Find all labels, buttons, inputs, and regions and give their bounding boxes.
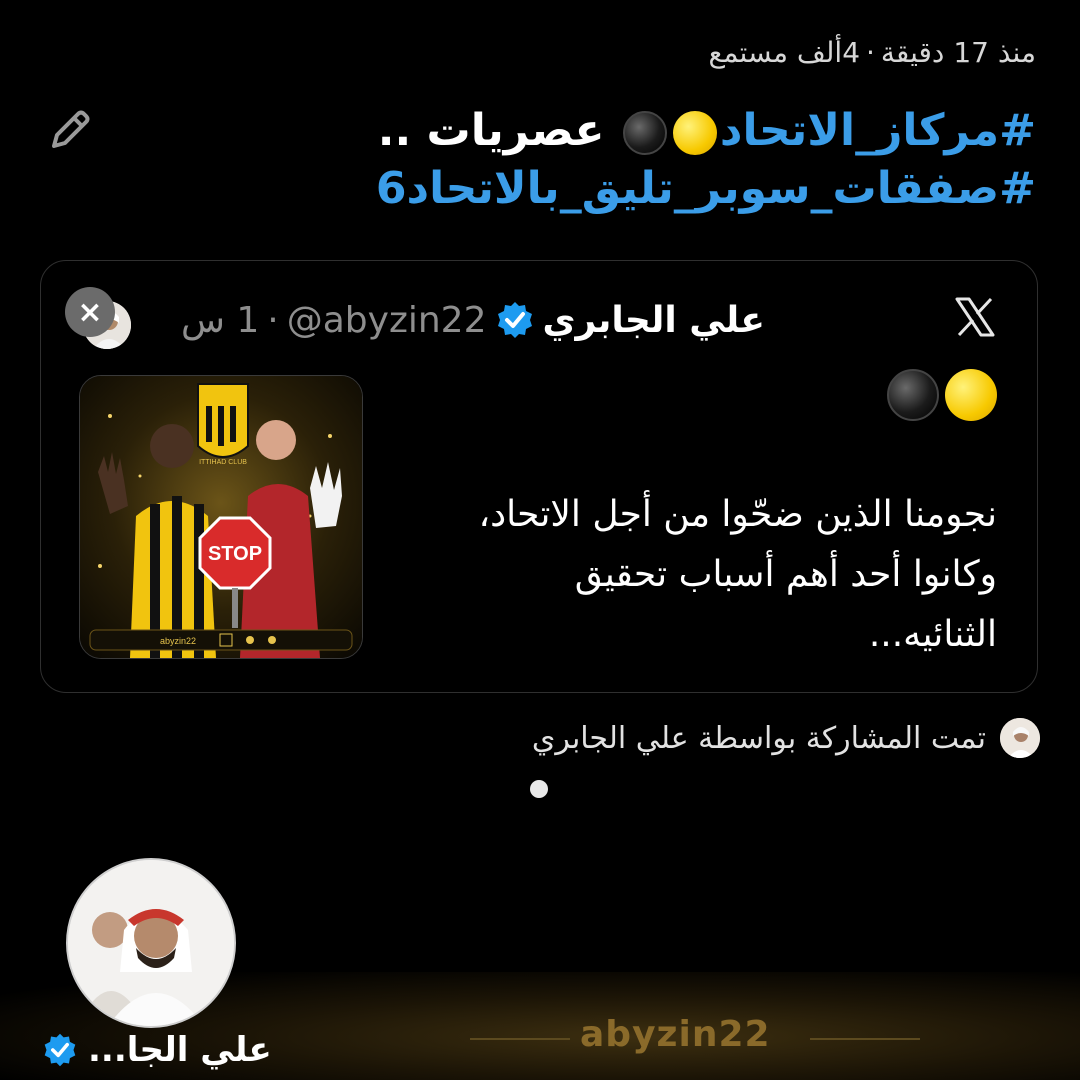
tweet-dot-separator: · [267,299,279,341]
club-crest-text: ITTIHAD CLUB [199,459,247,466]
tweet-author-name[interactable]: علي الجابري [543,300,765,341]
x-logo-icon [955,297,995,337]
embedded-tweet-card[interactable]: علي الجابري @abyzin22 · 1 س × نجومنا الذ… [40,260,1038,693]
tweet-handle[interactable]: @abyzin22 [287,300,487,341]
time-ago: منذ 17 دقيقة [880,36,1036,69]
verified-badge-icon [497,302,532,338]
tweet-text-line: الثنائيه... [868,614,997,655]
tweet-time: 1 س [181,299,260,341]
watermark-line-left [470,1038,570,1040]
watermark-line-right [810,1038,920,1040]
yellow-circle-emoji [672,111,717,155]
shared-by-row: تمت المشاركة بواسطة علي الجابري [532,718,1040,758]
host-name-row: علي الجا... [42,1030,272,1070]
tweet-emojis [881,369,997,421]
host-avatar[interactable] [66,858,236,1028]
hashtag-ittihad-center[interactable]: #مركاز_الاتحاد [720,105,1036,156]
yellow-circle-emoji [945,369,997,421]
tweet-media-image[interactable]: ITTIHAD CLUB STOP abyzin22 [79,375,363,659]
post-headline: #مركاز_الاتحاد عصريات .. #صفقات_سوبر_تلي… [76,102,1036,218]
post-meta: منذ 17 دقيقة·4ألف مستمع [708,36,1036,69]
headline-word: عصريات .. [377,105,605,156]
tweet-header: علي الجابري @abyzin22 · 1 س [181,295,765,345]
meta-separator: · [866,36,875,69]
host-name[interactable]: علي الجا... [88,1030,272,1070]
shared-by-text: تمت المشاركة بواسطة علي الجابري [531,720,986,756]
image-footer-handle: abyzin22 [160,636,196,646]
page-dot-indicator [530,780,548,798]
watermark-handle: abyzin22 [580,1014,771,1055]
hashtag-super-deals[interactable]: #صفقات_سوبر_تليق_بالاتحاد6 [376,163,1036,214]
black-circle-emoji [887,369,939,421]
black-circle-emoji [622,111,667,155]
sharer-avatar[interactable] [1000,718,1040,758]
verified-badge-icon [44,1033,76,1067]
tweet-text-line: نجومنا الذين ضحّوا من أجل الاتحاد، [478,494,997,535]
close-icon: × [77,294,103,330]
tweet-text: نجومنا الذين ضحّوا من أجل الاتحاد، وكانو… [397,485,997,665]
close-button[interactable]: × [65,287,115,337]
stop-sign-text: STOP [208,543,262,565]
tweet-text-line: وكانوا أحد أهم أسباب تحقيق [574,554,997,595]
listener-count: 4ألف مستمع [708,36,861,69]
